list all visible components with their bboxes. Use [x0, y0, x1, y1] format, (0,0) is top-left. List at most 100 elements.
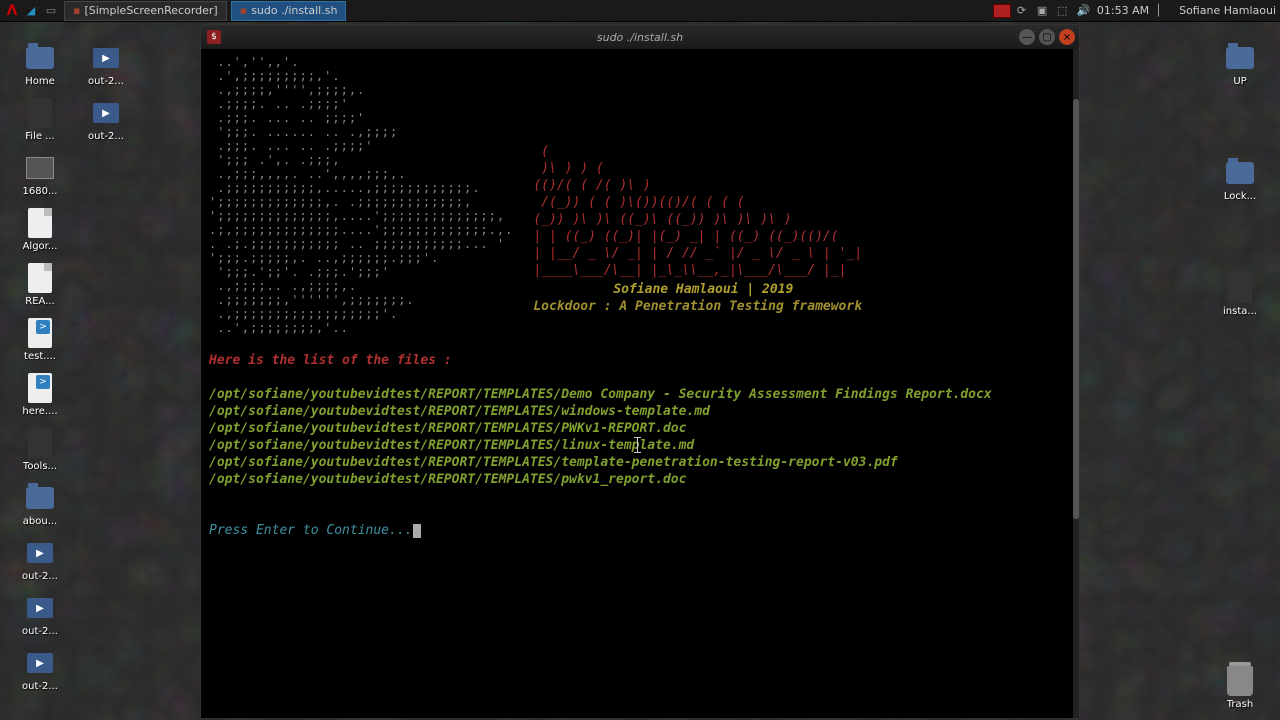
recording-indicator-icon[interactable]: [993, 4, 1011, 18]
desktop-icon-label: 1680...: [23, 186, 58, 197]
desktop-icon-label: out-2...: [22, 626, 58, 637]
file-icon: [24, 262, 56, 294]
file-icon: [1224, 272, 1256, 304]
desktop-icons-left-col2: out-2... out-2...: [76, 42, 136, 142]
desktop-icon[interactable]: out-2...: [10, 592, 70, 637]
ascii-skull-art: ..','',,'. .',;;;;;;;;;,'. .,;;;;,'''',;…: [209, 55, 513, 335]
video-icon: [24, 537, 56, 569]
desktop-icon[interactable]: abou...: [10, 482, 70, 527]
desktop-icon[interactable]: out-2...: [76, 97, 136, 142]
maximize-button[interactable]: ▢: [1039, 29, 1055, 45]
separator-icon: │: [1155, 4, 1169, 18]
desktop-icon-label: Trash: [1227, 699, 1253, 710]
arch-menu-icon[interactable]: ◢: [22, 2, 40, 20]
desktop-icon[interactable]: Home: [10, 42, 70, 87]
subtitle-line: Lockdoor : A Penetration Testing framewo…: [533, 299, 862, 314]
video-icon: [24, 592, 56, 624]
folder-icon: [24, 482, 56, 514]
terminal-cursor: [413, 524, 421, 538]
folder-icon: [1224, 42, 1256, 74]
desktop-icon-label: here....: [22, 406, 57, 417]
app-icon: ▪: [240, 4, 247, 17]
desktop-icon-label: abou...: [23, 516, 57, 527]
desktop-icon-label: Tools...: [23, 461, 57, 472]
update-icon[interactable]: ⟳: [1017, 4, 1031, 18]
file-path-line: /opt/sofiane/youtubevidtest/REPORT/TEMPL…: [209, 403, 1071, 420]
taskbar-app-button[interactable]: ▪ sudo ./install.sh: [231, 1, 347, 21]
video-icon: [90, 42, 122, 74]
desktop-icon[interactable]: Tools...: [10, 427, 70, 472]
clock[interactable]: 01:53 AM: [1097, 4, 1149, 17]
user-menu[interactable]: Sofiane Hamlaoui: [1175, 4, 1276, 17]
desktop-icon-label: out-2...: [22, 571, 58, 582]
camera-icon[interactable]: ▣: [1037, 4, 1051, 18]
app-label: sudo ./install.sh: [251, 4, 337, 17]
file-icon: [24, 427, 56, 459]
app-icon: ▪: [73, 4, 80, 17]
taskbar-left: Λ ◢ ▭ ▪ [SimpleScreenRecorder] ▪ sudo ./ins…: [0, 1, 348, 21]
text-caret-icon: [637, 437, 639, 453]
desktop-icon-label: Home: [25, 76, 55, 87]
desktop-icons-left: Home File ... 1680... Algor... REA... > test..…: [10, 42, 70, 692]
file-icon: [24, 207, 56, 239]
desktop-icon[interactable]: out-2...: [76, 42, 136, 87]
minimize-button[interactable]: —: [1019, 29, 1035, 45]
desktop-icon[interactable]: Algor...: [10, 207, 70, 252]
file-path-line: /opt/sofiane/youtubevidtest/REPORT/TEMPL…: [209, 420, 1071, 437]
desktop-icon-label: out-2...: [88, 131, 124, 142]
scrollbar-thumb[interactable]: [1073, 99, 1079, 519]
desktop-icons-right-bottom: Trash: [1210, 665, 1270, 710]
distro-logo-icon[interactable]: Λ: [4, 3, 20, 19]
desktop-icon-label: out-2...: [22, 681, 58, 692]
desktop-icon[interactable]: > here....: [10, 372, 70, 417]
ascii-logo-art: ( )\ ) ) ( (()/( ( /( )\ ) /(_)) ( ( )\(…: [533, 143, 862, 279]
desktop-icon[interactable]: out-2...: [10, 647, 70, 692]
author-line: Sofiane Hamlaoui | 2019: [613, 282, 793, 297]
desktop-icon[interactable]: insta...: [1210, 272, 1270, 317]
desktop-icon-label: REA...: [25, 296, 54, 307]
desktop-icon[interactable]: > test....: [10, 317, 70, 362]
close-button[interactable]: ×: [1059, 29, 1075, 45]
trash-icon: [1224, 665, 1256, 697]
file-path-line: /opt/sofiane/youtubevidtest/REPORT/TEMPL…: [209, 386, 1071, 403]
desktop: Home File ... 1680... Algor... REA... > test..…: [0, 22, 1280, 720]
desktop-icons-right: UP Lock... insta...: [1210, 42, 1270, 317]
file-path-line: /opt/sofiane/youtubevidtest/REPORT/TEMPL…: [209, 454, 1071, 471]
app-label: [SimpleScreenRecorder]: [84, 4, 217, 17]
desktop-icon[interactable]: Trash: [1210, 665, 1270, 710]
window-titlebar[interactable]: $ sudo ./install.sh — ▢ ×: [201, 25, 1079, 49]
desktop-icon[interactable]: out-2...: [10, 537, 70, 582]
desktop-icon-label: Lock...: [1224, 191, 1256, 202]
terminal-window: $ sudo ./install.sh — ▢ × ..','',,'. .',…: [200, 24, 1080, 719]
desktop-icon-label: UP: [1233, 76, 1246, 87]
desktop-icon[interactable]: REA...: [10, 262, 70, 307]
files-header: Here is the list of the files :: [209, 352, 1071, 369]
desktop-icon-label: out-2...: [88, 76, 124, 87]
script-icon: >: [24, 317, 56, 349]
desktop-icon[interactable]: File ...: [10, 97, 70, 142]
network-icon[interactable]: ⬚: [1057, 4, 1071, 18]
window-title: sudo ./install.sh: [201, 31, 1079, 44]
terminal-body[interactable]: ..','',,'. .',;;;;;;;;;,'. .,;;;;,'''',;…: [201, 49, 1079, 718]
desktop-icon-label: insta...: [1223, 306, 1257, 317]
desktop-icon[interactable]: 1680...: [10, 152, 70, 197]
window-buttons: — ▢ ×: [1019, 29, 1075, 45]
script-icon: >: [24, 372, 56, 404]
desktop-icon[interactable]: UP: [1210, 42, 1270, 87]
file-icon: [24, 97, 56, 129]
taskbar-app-button[interactable]: ▪ [SimpleScreenRecorder]: [64, 1, 227, 21]
folder-icon: [24, 42, 56, 74]
volume-icon[interactable]: 🔊: [1077, 4, 1091, 18]
desktop-icon-label: Algor...: [23, 241, 58, 252]
show-desktop-icon[interactable]: ▭: [42, 2, 60, 20]
video-icon: [24, 647, 56, 679]
video-icon: [90, 97, 122, 129]
taskbar-right: ⟳ ▣ ⬚ 🔊 01:53 AM │ Sofiane Hamlaoui: [993, 4, 1276, 18]
desktop-icon[interactable]: Lock...: [1210, 157, 1270, 202]
file-path-line: /opt/sofiane/youtubevidtest/REPORT/TEMPL…: [209, 471, 1071, 488]
taskbar: Λ ◢ ▭ ▪ [SimpleScreenRecorder] ▪ sudo ./ins…: [0, 0, 1280, 22]
continue-prompt: Press Enter to Continue...: [209, 523, 413, 538]
folder-icon: [1224, 157, 1256, 189]
scrollbar[interactable]: [1073, 49, 1079, 718]
desktop-icon-label: test....: [24, 351, 56, 362]
